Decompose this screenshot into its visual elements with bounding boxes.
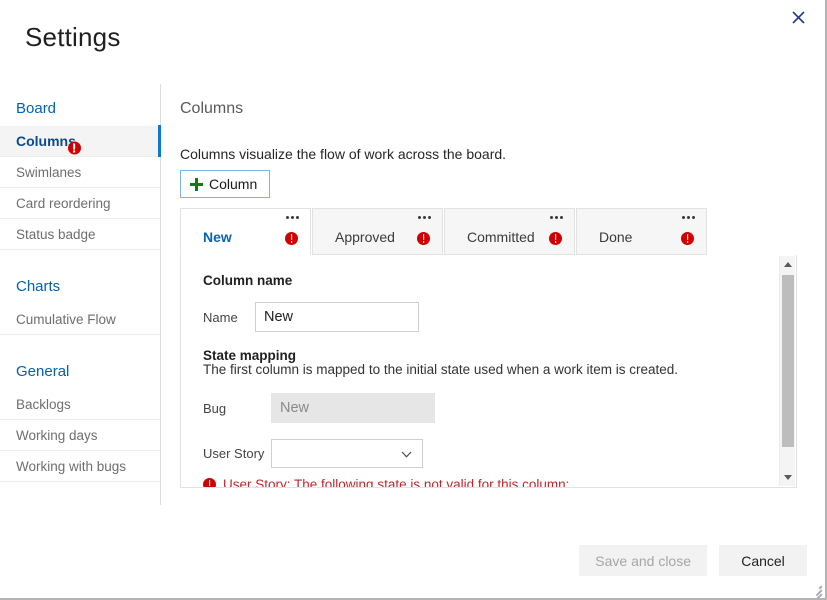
column-settings-form: Column name Name State mapping The first…: [180, 255, 797, 488]
error-icon: [549, 232, 562, 245]
save-and-close-button[interactable]: Save and close: [579, 545, 707, 576]
cancel-button[interactable]: Cancel: [719, 545, 807, 576]
vertical-scrollbar[interactable]: [779, 256, 795, 486]
ellipsis-icon[interactable]: [418, 216, 431, 219]
scrollbar-thumb[interactable]: [782, 275, 794, 447]
section-title: Columns: [180, 100, 244, 117]
tab-label: Committed: [467, 228, 535, 245]
bug-field-row: Bug: [203, 393, 796, 423]
scroll-up-arrow-icon[interactable]: [780, 256, 796, 273]
dialog-footer: Save and close Cancel: [579, 523, 807, 598]
error-icon: [417, 232, 430, 245]
tab-done[interactable]: Done: [576, 208, 707, 255]
settings-main-pane: Columns Columns visualize the flow of wo…: [161, 84, 825, 598]
error-icon: [681, 232, 694, 245]
form-body: Column name Name State mapping The first…: [181, 255, 796, 488]
tab-committed[interactable]: Committed: [444, 208, 575, 255]
sidebar-item-label: Working days: [16, 428, 98, 443]
sidebar-item-backlogs[interactable]: Backlogs: [0, 389, 160, 420]
settings-sidebar: Board Columns Swimlanes Card reordering …: [0, 84, 161, 505]
validation-error-message: User Story: The following state is not v…: [203, 477, 796, 488]
user-story-label: User Story: [203, 446, 265, 461]
ellipsis-icon[interactable]: [550, 216, 563, 219]
bug-state-input: [271, 393, 435, 423]
plus-icon: [190, 177, 203, 191]
tab-label: Approved: [335, 228, 395, 245]
error-icon: [203, 478, 216, 487]
sidebar-item-label: Card reordering: [16, 196, 111, 211]
error-icon: [285, 232, 298, 245]
sidebar-item-label: Status badge: [16, 227, 96, 242]
ellipsis-icon[interactable]: [286, 216, 299, 219]
sidebar-item-working-days[interactable]: Working days: [0, 420, 160, 451]
sidebar-item-label: Swimlanes: [16, 165, 82, 180]
tab-label: New: [203, 228, 232, 245]
tab-approved[interactable]: Approved: [312, 208, 443, 255]
name-field-row: Name: [203, 302, 796, 332]
sidebar-item-card-reordering[interactable]: Card reordering: [0, 188, 160, 219]
tab-label: Done: [599, 228, 633, 245]
sidebar-item-label: Columns: [16, 133, 76, 149]
close-glyph: [791, 10, 805, 24]
settings-dialog: Settings Board Columns Swimlanes Card re…: [0, 0, 827, 600]
user-story-select-wrap[interactable]: [271, 439, 423, 468]
add-column-button[interactable]: Column: [180, 170, 271, 198]
column-editor-panel: New Approved Committed Done Column name …: [180, 208, 797, 488]
state-mapping-group-label: State mapping: [203, 348, 297, 363]
tab-new[interactable]: New: [180, 208, 311, 255]
sidebar-item-label: Working with bugs: [16, 459, 127, 474]
sidebar-item-columns[interactable]: Columns: [0, 125, 161, 157]
dialog-header: Settings: [0, 0, 825, 82]
close-icon[interactable]: [783, 4, 813, 30]
column-name-group-label: Column name: [203, 273, 293, 288]
error-icon: [67, 141, 81, 155]
sidebar-group-general: General: [16, 363, 70, 380]
name-label: Name: [203, 309, 238, 325]
sidebar-item-status-badge[interactable]: Status badge: [0, 219, 160, 250]
bug-label: Bug: [203, 400, 227, 416]
user-story-state-select[interactable]: [272, 440, 422, 467]
error-text: User Story: The following state is not v…: [223, 477, 577, 488]
sidebar-item-cumulative-flow[interactable]: Cumulative Flow: [0, 304, 160, 335]
page-title: Settings: [25, 22, 121, 52]
sidebar-group-board: Board: [16, 100, 57, 117]
column-name-input[interactable]: [255, 302, 419, 332]
scroll-down-arrow-icon[interactable]: [780, 469, 796, 486]
sidebar-item-swimlanes[interactable]: Swimlanes: [0, 157, 160, 188]
sidebar-item-working-with-bugs[interactable]: Working with bugs: [0, 451, 160, 482]
section-description: Columns visualize the flow of work acros…: [180, 146, 507, 162]
sidebar-item-label: Backlogs: [16, 397, 71, 412]
column-tabstrip: New Approved Committed Done: [180, 208, 797, 255]
user-story-field-row: User Story: [203, 439, 796, 468]
state-mapping-description: The first column is mapped to the initia…: [203, 362, 678, 377]
add-column-label: Column: [209, 176, 258, 192]
sidebar-group-charts: Charts: [16, 278, 61, 295]
state-mapping-group: State mapping The first column is mapped…: [203, 348, 796, 377]
resize-grip-icon[interactable]: [810, 583, 823, 598]
sidebar-item-label: Cumulative Flow: [16, 312, 116, 327]
ellipsis-icon[interactable]: [682, 216, 695, 219]
